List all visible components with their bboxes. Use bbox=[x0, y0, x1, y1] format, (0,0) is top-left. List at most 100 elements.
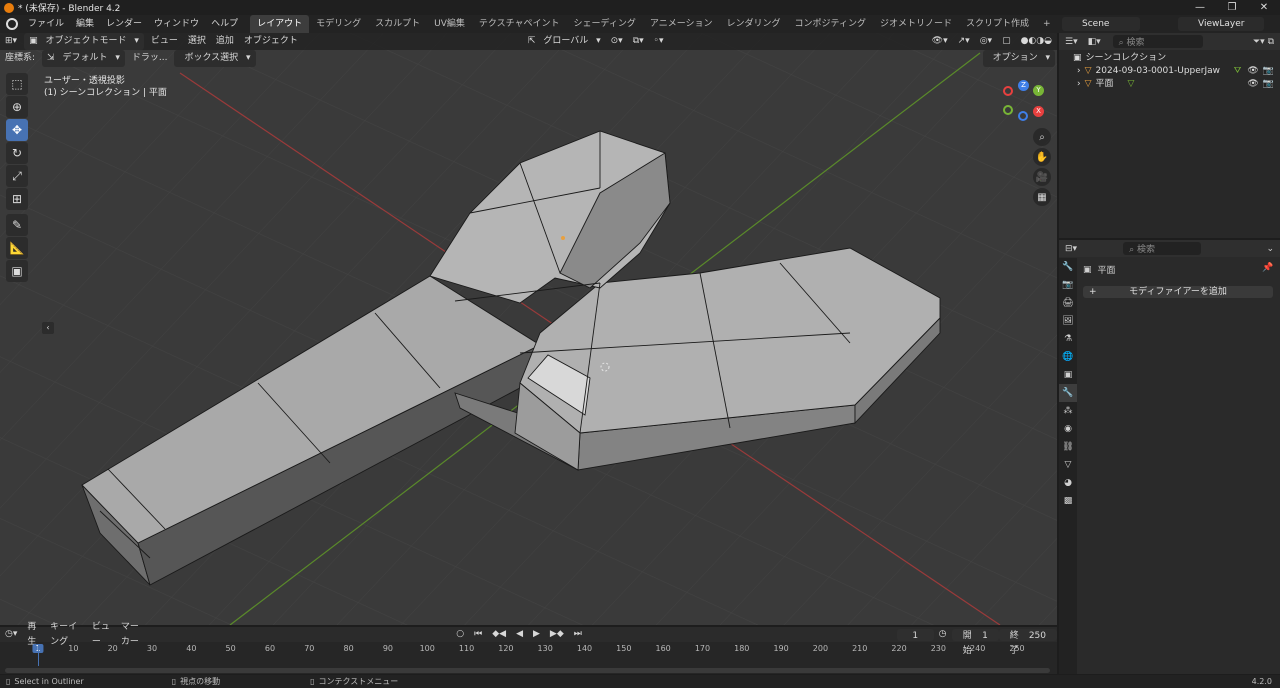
menu-view[interactable]: ビュー bbox=[146, 33, 183, 50]
filter-icon[interactable]: ⏷▾ ⧉ bbox=[1247, 37, 1280, 47]
prev-key-icon[interactable]: ◆◀ bbox=[487, 627, 511, 642]
add-modifier-button[interactable]: + モディファイアーを追加 bbox=[1083, 286, 1273, 298]
orientation-dropdown[interactable]: ⇱ グローバル ▾ bbox=[523, 33, 606, 50]
render-tab-icon[interactable]: 📷 bbox=[1059, 276, 1077, 294]
tab-scripting[interactable]: スクリプト作成 bbox=[959, 15, 1036, 33]
proportional-icon[interactable]: ◦▾ bbox=[649, 33, 669, 50]
overlay-toggle-icon[interactable]: ◎▾ bbox=[975, 33, 997, 50]
tab-shading[interactable]: シェーディング bbox=[567, 15, 643, 33]
visibility-icon[interactable]: 👁▾ bbox=[927, 33, 953, 50]
tab-rendering[interactable]: レンダリング bbox=[720, 15, 788, 33]
tab-geometry-nodes[interactable]: ジオメトリノード bbox=[873, 15, 959, 33]
playhead-line[interactable] bbox=[38, 644, 39, 666]
texture-tab-icon[interactable]: ▩ bbox=[1059, 492, 1077, 510]
add-cube-tool-icon[interactable]: ▣ bbox=[6, 260, 28, 282]
expand-icon[interactable]: › bbox=[1077, 78, 1081, 91]
end-frame-field[interactable]: 終了 250 bbox=[998, 628, 1057, 656]
viewport-canvas[interactable] bbox=[0, 33, 1057, 625]
physics-tab-icon[interactable]: ◉ bbox=[1059, 420, 1077, 438]
timeline-ruler[interactable]: 1102030405060708090100110120130140150160… bbox=[0, 644, 1057, 656]
outliner-search-input[interactable]: ⌕ 検索 bbox=[1112, 35, 1203, 48]
scene-selector[interactable]: Scene bbox=[1062, 17, 1140, 31]
3d-viewport[interactable]: ⊞▾ ▣ オブジェクトモード ▾ ビュー 選択 追加 オブジェクト ⇱ グローバ… bbox=[0, 33, 1057, 625]
data-tab-icon[interactable]: ▽ bbox=[1059, 456, 1077, 474]
move-tool-icon[interactable]: ✥ bbox=[6, 119, 28, 141]
jump-start-icon[interactable]: ⏮ bbox=[469, 627, 487, 642]
gizmo-neg-x-icon[interactable] bbox=[1003, 86, 1013, 96]
tab-compositing[interactable]: コンポジティング bbox=[788, 15, 873, 33]
gizmo-neg-z-icon[interactable] bbox=[1018, 111, 1028, 121]
outliner-item[interactable]: › ▽ 平面 ▽ 👁 📷 bbox=[1059, 78, 1280, 91]
next-key-icon[interactable]: ▶◆ bbox=[545, 627, 569, 642]
snap-icon[interactable]: ⧉▾ bbox=[628, 33, 649, 50]
measure-tool-icon[interactable]: 📐 bbox=[6, 237, 28, 259]
sidebar-toggle-icon[interactable]: ‹ bbox=[42, 322, 54, 334]
shading-solid-icon[interactable]: ●◐◑◒ bbox=[1016, 33, 1057, 50]
start-frame-field[interactable]: 開始 1 bbox=[951, 628, 999, 656]
render-camera-icon[interactable]: 📷 bbox=[1263, 65, 1274, 78]
mode-dropdown[interactable]: ▣ オブジェクトモード ▾ bbox=[24, 33, 144, 50]
play-icon[interactable]: ▶ bbox=[528, 627, 545, 642]
particles-tab-icon[interactable]: ⁂ bbox=[1059, 402, 1077, 420]
zoom-icon[interactable]: ⌕ bbox=[1033, 128, 1051, 146]
camera-view-icon[interactable]: 🎥 bbox=[1033, 168, 1051, 186]
menu-add[interactable]: 追加 bbox=[211, 33, 239, 50]
output-tab-icon[interactable]: 🖨 bbox=[1059, 294, 1077, 312]
add-workspace-button[interactable]: + bbox=[1036, 15, 1058, 33]
gizmo-x-icon[interactable]: X bbox=[1033, 106, 1044, 117]
properties-options-icon[interactable]: ⌄ bbox=[1260, 244, 1280, 254]
gizmo-toggle-icon[interactable]: ↗▾ bbox=[953, 33, 975, 50]
pivot-icon[interactable]: ⊙▾ bbox=[606, 33, 628, 50]
menu-file[interactable]: ファイル bbox=[22, 15, 70, 33]
coord-dropdown[interactable]: ⇲ デフォルト ▾ bbox=[42, 50, 125, 67]
object-tab-icon[interactable]: ▣ bbox=[1059, 366, 1077, 384]
options-dropdown[interactable]: オプション ▾ bbox=[982, 50, 1055, 67]
gizmo-y-icon[interactable]: Y bbox=[1033, 85, 1044, 96]
editor-type-icon[interactable]: ⊞▾ bbox=[0, 33, 22, 50]
material-tab-icon[interactable]: ◕ bbox=[1059, 474, 1077, 492]
navigation-gizmo[interactable]: Z Y X bbox=[1000, 78, 1050, 128]
pan-hand-icon[interactable]: ✋ bbox=[1033, 148, 1051, 166]
pin-icon[interactable]: 📌 bbox=[1262, 263, 1273, 273]
menu-edit[interactable]: 編集 bbox=[70, 15, 100, 33]
tab-uv[interactable]: UV編集 bbox=[427, 15, 472, 33]
blender-menu-icon[interactable] bbox=[6, 18, 18, 30]
viewlayer-selector[interactable]: ViewLayer bbox=[1178, 17, 1264, 31]
menu-render[interactable]: レンダー bbox=[100, 15, 148, 33]
tab-animation[interactable]: アニメーション bbox=[643, 15, 720, 33]
gizmo-neg-y-icon[interactable] bbox=[1003, 105, 1013, 115]
menu-select[interactable]: 選択 bbox=[183, 33, 211, 50]
menu-window[interactable]: ウィンドウ bbox=[148, 15, 205, 33]
tab-sculpt[interactable]: スカルプト bbox=[368, 15, 427, 33]
outliner-editor-icon[interactable]: ☰▾ bbox=[1059, 37, 1084, 47]
modifier-tab-icon[interactable]: 🔧 bbox=[1059, 384, 1077, 402]
select-box-tool-icon[interactable]: ⬚ bbox=[6, 73, 28, 95]
view-layer-tab-icon[interactable]: 🖼 bbox=[1059, 312, 1077, 330]
expand-icon[interactable]: › bbox=[1077, 65, 1081, 78]
tool-tab-icon[interactable]: 🔧 bbox=[1059, 258, 1077, 276]
menu-help[interactable]: ヘルプ bbox=[205, 15, 244, 33]
menu-object[interactable]: オブジェクト bbox=[239, 33, 303, 50]
outliner-root-row[interactable]: ▣ シーンコレクション bbox=[1059, 52, 1280, 65]
render-camera-icon[interactable]: 📷 bbox=[1263, 78, 1274, 91]
maximize-button[interactable]: ❐ bbox=[1216, 0, 1248, 15]
close-button[interactable]: ✕ bbox=[1248, 0, 1280, 15]
visibility-eye-icon[interactable]: 👁 bbox=[1247, 65, 1258, 78]
timeline-editor-icon[interactable]: ◷▾ bbox=[0, 627, 22, 642]
tab-layout[interactable]: レイアウト bbox=[250, 15, 310, 33]
gizmo-z-icon[interactable]: Z bbox=[1018, 80, 1029, 91]
xray-icon[interactable]: ▢ bbox=[997, 33, 1016, 50]
record-icon[interactable]: ○ bbox=[451, 627, 469, 642]
rotate-tool-icon[interactable]: ↻ bbox=[6, 142, 28, 164]
scene-tab-icon[interactable]: ⚗ bbox=[1059, 330, 1077, 348]
perspective-toggle-icon[interactable]: ▦ bbox=[1033, 188, 1051, 206]
tab-modeling[interactable]: モデリング bbox=[309, 15, 368, 33]
cursor-tool-icon[interactable]: ⊕ bbox=[6, 96, 28, 118]
transform-tool-icon[interactable]: ⊞ bbox=[6, 188, 28, 210]
visibility-eye-icon[interactable]: 👁 bbox=[1247, 78, 1258, 91]
outliner-item[interactable]: › ▽ 2024-09-03-0001-UpperJaw ⛛ 👁 📷 bbox=[1059, 65, 1280, 78]
properties-search-input[interactable]: ⌕ 検索 bbox=[1123, 242, 1202, 255]
display-mode-icon[interactable]: ◧▾ bbox=[1084, 37, 1105, 47]
jump-end-icon[interactable]: ⏭ bbox=[569, 627, 587, 642]
select-mode-dropdown[interactable]: ボックス選択 ▾ bbox=[174, 50, 256, 67]
